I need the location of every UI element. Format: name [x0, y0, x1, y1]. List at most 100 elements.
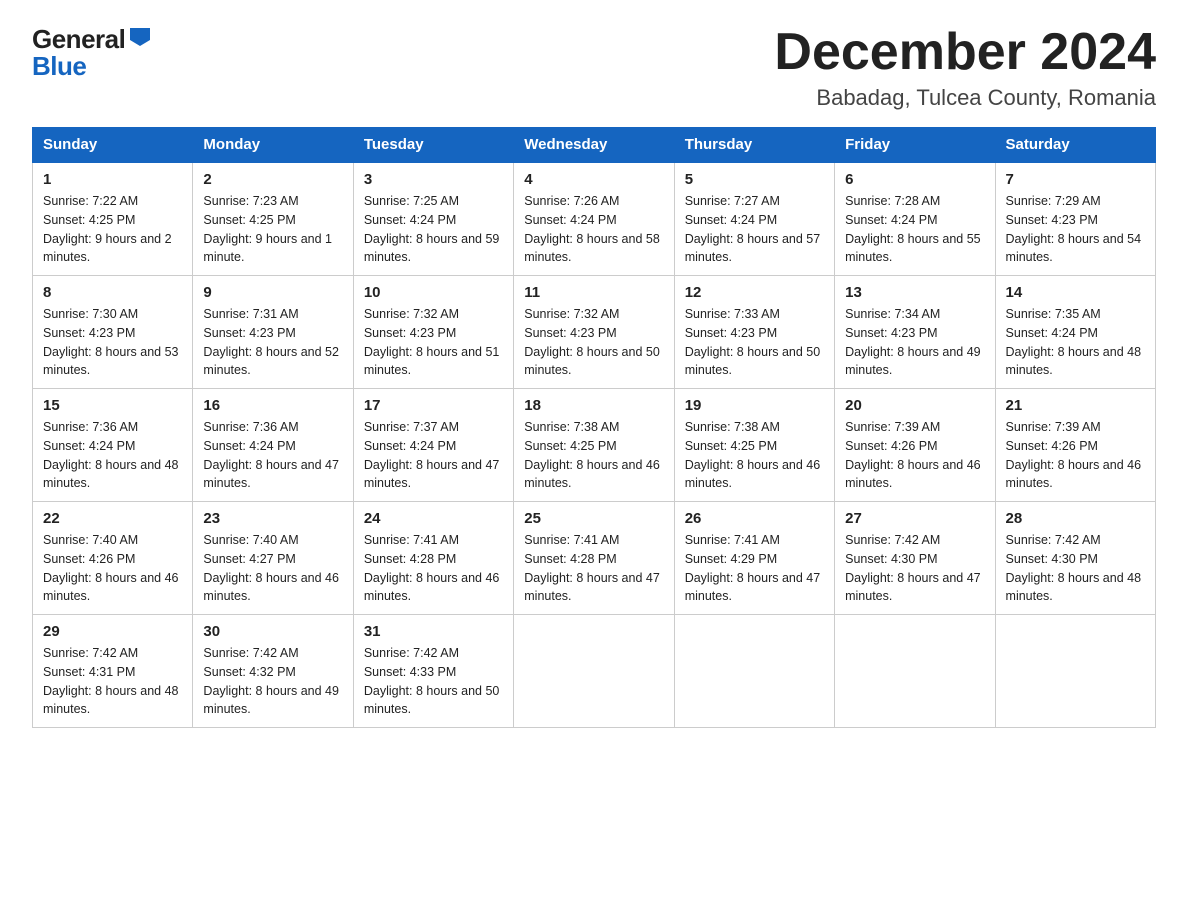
day-number: 19 — [685, 397, 824, 414]
calendar-cell — [514, 615, 674, 728]
day-info: Sunrise: 7:41 AMSunset: 4:28 PMDaylight:… — [524, 533, 660, 603]
day-number: 4 — [524, 171, 663, 188]
calendar-cell — [995, 615, 1155, 728]
day-number: 23 — [203, 510, 342, 527]
day-info: Sunrise: 7:41 AMSunset: 4:28 PMDaylight:… — [364, 533, 500, 603]
header-day-tuesday: Tuesday — [353, 128, 513, 163]
calendar-week-row: 29 Sunrise: 7:42 AMSunset: 4:31 PMDaylig… — [33, 615, 1156, 728]
day-info: Sunrise: 7:42 AMSunset: 4:33 PMDaylight:… — [364, 646, 500, 716]
calendar-week-row: 1 Sunrise: 7:22 AMSunset: 4:25 PMDayligh… — [33, 162, 1156, 276]
calendar-cell: 17 Sunrise: 7:37 AMSunset: 4:24 PMDaylig… — [353, 389, 513, 502]
calendar-cell: 10 Sunrise: 7:32 AMSunset: 4:23 PMDaylig… — [353, 276, 513, 389]
calendar-cell: 15 Sunrise: 7:36 AMSunset: 4:24 PMDaylig… — [33, 389, 193, 502]
calendar-cell: 23 Sunrise: 7:40 AMSunset: 4:27 PMDaylig… — [193, 502, 353, 615]
logo-blue-text: Blue — [32, 51, 86, 82]
calendar-table: SundayMondayTuesdayWednesdayThursdayFrid… — [32, 127, 1156, 728]
day-info: Sunrise: 7:38 AMSunset: 4:25 PMDaylight:… — [524, 420, 660, 490]
calendar-week-row: 15 Sunrise: 7:36 AMSunset: 4:24 PMDaylig… — [33, 389, 1156, 502]
calendar-cell — [674, 615, 834, 728]
calendar-cell: 5 Sunrise: 7:27 AMSunset: 4:24 PMDayligh… — [674, 162, 834, 276]
calendar-cell: 19 Sunrise: 7:38 AMSunset: 4:25 PMDaylig… — [674, 389, 834, 502]
day-info: Sunrise: 7:36 AMSunset: 4:24 PMDaylight:… — [203, 420, 339, 490]
day-info: Sunrise: 7:42 AMSunset: 4:30 PMDaylight:… — [845, 533, 981, 603]
day-number: 29 — [43, 623, 182, 640]
day-number: 27 — [845, 510, 984, 527]
day-info: Sunrise: 7:32 AMSunset: 4:23 PMDaylight:… — [524, 307, 660, 377]
day-number: 11 — [524, 284, 663, 301]
day-number: 30 — [203, 623, 342, 640]
day-info: Sunrise: 7:35 AMSunset: 4:24 PMDaylight:… — [1006, 307, 1142, 377]
day-info: Sunrise: 7:29 AMSunset: 4:23 PMDaylight:… — [1006, 194, 1142, 264]
day-number: 9 — [203, 284, 342, 301]
header-day-saturday: Saturday — [995, 128, 1155, 163]
calendar-cell: 24 Sunrise: 7:41 AMSunset: 4:28 PMDaylig… — [353, 502, 513, 615]
calendar-cell: 14 Sunrise: 7:35 AMSunset: 4:24 PMDaylig… — [995, 276, 1155, 389]
calendar-cell: 2 Sunrise: 7:23 AMSunset: 4:25 PMDayligh… — [193, 162, 353, 276]
day-number: 28 — [1006, 510, 1145, 527]
day-number: 25 — [524, 510, 663, 527]
day-info: Sunrise: 7:40 AMSunset: 4:26 PMDaylight:… — [43, 533, 179, 603]
calendar-cell: 9 Sunrise: 7:31 AMSunset: 4:23 PMDayligh… — [193, 276, 353, 389]
day-info: Sunrise: 7:30 AMSunset: 4:23 PMDaylight:… — [43, 307, 179, 377]
calendar-cell: 25 Sunrise: 7:41 AMSunset: 4:28 PMDaylig… — [514, 502, 674, 615]
day-info: Sunrise: 7:41 AMSunset: 4:29 PMDaylight:… — [685, 533, 821, 603]
day-number: 5 — [685, 171, 824, 188]
day-info: Sunrise: 7:23 AMSunset: 4:25 PMDaylight:… — [203, 194, 332, 264]
day-number: 18 — [524, 397, 663, 414]
calendar-cell: 8 Sunrise: 7:30 AMSunset: 4:23 PMDayligh… — [33, 276, 193, 389]
calendar-header-row: SundayMondayTuesdayWednesdayThursdayFrid… — [33, 128, 1156, 163]
day-info: Sunrise: 7:27 AMSunset: 4:24 PMDaylight:… — [685, 194, 821, 264]
title-block: December 2024 Babadag, Tulcea County, Ro… — [774, 24, 1156, 111]
calendar-cell: 28 Sunrise: 7:42 AMSunset: 4:30 PMDaylig… — [995, 502, 1155, 615]
day-info: Sunrise: 7:28 AMSunset: 4:24 PMDaylight:… — [845, 194, 981, 264]
day-number: 8 — [43, 284, 182, 301]
day-number: 15 — [43, 397, 182, 414]
header-day-friday: Friday — [835, 128, 995, 163]
calendar-cell: 18 Sunrise: 7:38 AMSunset: 4:25 PMDaylig… — [514, 389, 674, 502]
calendar-cell: 21 Sunrise: 7:39 AMSunset: 4:26 PMDaylig… — [995, 389, 1155, 502]
calendar-cell: 30 Sunrise: 7:42 AMSunset: 4:32 PMDaylig… — [193, 615, 353, 728]
calendar-subtitle: Babadag, Tulcea County, Romania — [774, 85, 1156, 111]
calendar-cell: 31 Sunrise: 7:42 AMSunset: 4:33 PMDaylig… — [353, 615, 513, 728]
calendar-week-row: 22 Sunrise: 7:40 AMSunset: 4:26 PMDaylig… — [33, 502, 1156, 615]
day-number: 31 — [364, 623, 503, 640]
logo: General Blue — [32, 24, 155, 82]
calendar-cell: 26 Sunrise: 7:41 AMSunset: 4:29 PMDaylig… — [674, 502, 834, 615]
header-day-wednesday: Wednesday — [514, 128, 674, 163]
day-info: Sunrise: 7:40 AMSunset: 4:27 PMDaylight:… — [203, 533, 339, 603]
header-day-monday: Monday — [193, 128, 353, 163]
day-number: 20 — [845, 397, 984, 414]
day-number: 16 — [203, 397, 342, 414]
day-number: 3 — [364, 171, 503, 188]
calendar-cell: 12 Sunrise: 7:33 AMSunset: 4:23 PMDaylig… — [674, 276, 834, 389]
header-day-sunday: Sunday — [33, 128, 193, 163]
day-number: 17 — [364, 397, 503, 414]
calendar-week-row: 8 Sunrise: 7:30 AMSunset: 4:23 PMDayligh… — [33, 276, 1156, 389]
day-info: Sunrise: 7:34 AMSunset: 4:23 PMDaylight:… — [845, 307, 981, 377]
header-day-thursday: Thursday — [674, 128, 834, 163]
calendar-cell: 4 Sunrise: 7:26 AMSunset: 4:24 PMDayligh… — [514, 162, 674, 276]
day-number: 12 — [685, 284, 824, 301]
calendar-cell: 6 Sunrise: 7:28 AMSunset: 4:24 PMDayligh… — [835, 162, 995, 276]
calendar-cell: 22 Sunrise: 7:40 AMSunset: 4:26 PMDaylig… — [33, 502, 193, 615]
day-info: Sunrise: 7:26 AMSunset: 4:24 PMDaylight:… — [524, 194, 660, 264]
day-number: 24 — [364, 510, 503, 527]
calendar-cell: 1 Sunrise: 7:22 AMSunset: 4:25 PMDayligh… — [33, 162, 193, 276]
calendar-cell: 29 Sunrise: 7:42 AMSunset: 4:31 PMDaylig… — [33, 615, 193, 728]
day-number: 10 — [364, 284, 503, 301]
day-number: 26 — [685, 510, 824, 527]
day-info: Sunrise: 7:32 AMSunset: 4:23 PMDaylight:… — [364, 307, 500, 377]
day-number: 21 — [1006, 397, 1145, 414]
day-info: Sunrise: 7:39 AMSunset: 4:26 PMDaylight:… — [1006, 420, 1142, 490]
calendar-cell: 3 Sunrise: 7:25 AMSunset: 4:24 PMDayligh… — [353, 162, 513, 276]
day-info: Sunrise: 7:31 AMSunset: 4:23 PMDaylight:… — [203, 307, 339, 377]
day-number: 14 — [1006, 284, 1145, 301]
day-info: Sunrise: 7:37 AMSunset: 4:24 PMDaylight:… — [364, 420, 500, 490]
day-info: Sunrise: 7:38 AMSunset: 4:25 PMDaylight:… — [685, 420, 821, 490]
calendar-cell — [835, 615, 995, 728]
day-number: 1 — [43, 171, 182, 188]
day-number: 2 — [203, 171, 342, 188]
day-info: Sunrise: 7:42 AMSunset: 4:30 PMDaylight:… — [1006, 533, 1142, 603]
day-number: 7 — [1006, 171, 1145, 188]
calendar-cell: 16 Sunrise: 7:36 AMSunset: 4:24 PMDaylig… — [193, 389, 353, 502]
